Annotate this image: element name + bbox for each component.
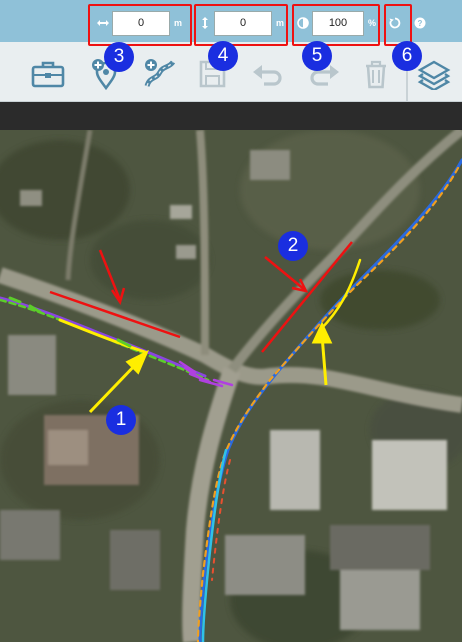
layers-icon [417,60,451,90]
help-button[interactable]: ? [414,16,426,34]
highlight-opacity [292,4,380,46]
badge-3: 3 [104,42,134,72]
help-icon: ? [414,17,426,29]
satellite-imagery [0,130,462,642]
highlight-reset [384,4,412,46]
briefcase-button[interactable] [28,56,68,92]
map-top-band [0,102,462,130]
satellite-map[interactable] [0,130,462,642]
badge-4: 4 [208,41,238,71]
badge-6: 6 [392,41,422,71]
briefcase-icon [31,61,65,88]
trash-icon [366,60,386,89]
badge-1: 1 [106,405,136,435]
badge-2: 2 [278,231,308,261]
add-route-icon [144,59,176,87]
badge-5: 5 [302,41,332,71]
highlight-vertical-offset [194,4,288,46]
delete-button[interactable] [356,56,396,92]
undo-icon [253,65,282,86]
undo-button[interactable] [248,56,288,92]
highlight-horizontal-offset [88,4,192,46]
add-route-button[interactable] [140,56,180,92]
svg-text:?: ? [418,19,423,28]
